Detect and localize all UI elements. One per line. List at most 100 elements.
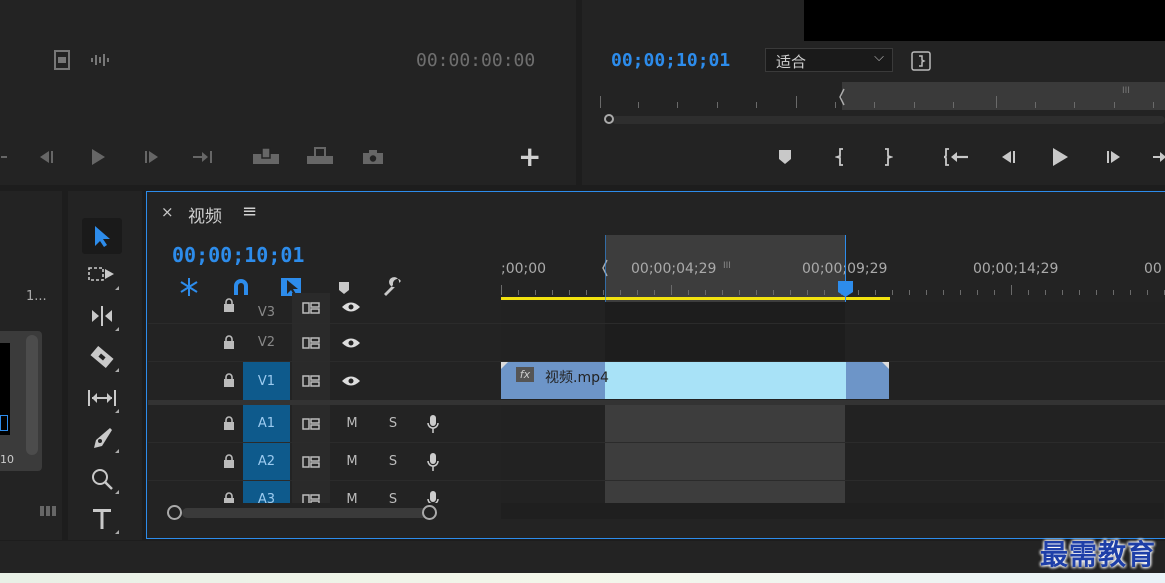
program-video-frame xyxy=(804,0,1165,41)
timeline-scrollbar[interactable] xyxy=(148,503,1164,523)
time-ruler[interactable]: ;00;00 00;00;04;29 00;00;09;29 00;00;14;… xyxy=(501,235,1165,302)
lock-icon[interactable] xyxy=(220,332,238,352)
step-back-icon[interactable] xyxy=(996,146,1020,168)
scroll-handle-left[interactable] xyxy=(167,505,182,520)
microphone-icon[interactable] xyxy=(414,405,452,442)
solo-button[interactable]: S xyxy=(374,481,412,503)
video-clip[interactable]: fx 视频.mp4 xyxy=(501,362,889,399)
ripple-edit-tool[interactable] xyxy=(82,298,122,334)
program-in-out-range xyxy=(842,82,1165,110)
camera-icon[interactable] xyxy=(360,146,386,168)
type-icon xyxy=(93,509,111,529)
chevron-down-icon: ⌵ xyxy=(874,50,884,65)
source-timecode[interactable]: 00:00:00:00 xyxy=(416,50,535,71)
magnifier-icon xyxy=(92,469,113,490)
mark-in-icon[interactable] xyxy=(830,146,850,168)
in-range-line xyxy=(605,235,606,302)
toggle-sync-lock-icon[interactable] xyxy=(292,481,330,503)
desktop-strip xyxy=(0,573,1165,583)
go-to-in-icon[interactable] xyxy=(942,146,972,168)
zoom-select[interactable]: 适合 ⌵ xyxy=(765,48,893,72)
slip-icon xyxy=(88,390,116,406)
safe-margins-icon[interactable] xyxy=(910,50,932,72)
scroll-handle-right[interactable] xyxy=(422,505,437,520)
ruler-mid-mark: III xyxy=(723,261,731,271)
mute-button[interactable]: M xyxy=(332,405,372,442)
clip-name: 视频.mp4 xyxy=(545,370,609,386)
toggle-sync-lock-icon[interactable] xyxy=(292,324,330,361)
track-name-a2[interactable]: A2 xyxy=(243,443,290,480)
zoom-select-value: 适合 xyxy=(776,53,807,71)
lock-icon[interactable] xyxy=(220,489,238,503)
go-to-out-icon[interactable] xyxy=(190,146,216,168)
microphone-icon[interactable] xyxy=(414,443,452,480)
track-select-tool[interactable] xyxy=(82,257,122,293)
mute-button[interactable]: M xyxy=(332,443,372,480)
track-name-a3[interactable]: A3 xyxy=(243,481,290,503)
source-monitor-panel: 00:00:00:00 + xyxy=(0,0,576,185)
toggle-sync-lock-icon[interactable] xyxy=(292,293,330,323)
step-forward-icon[interactable] xyxy=(1102,146,1126,168)
microphone-icon[interactable] xyxy=(414,481,452,503)
panel-menu-icon[interactable]: ≡ xyxy=(242,201,257,222)
play-icon[interactable] xyxy=(1048,145,1072,169)
add-marker-icon[interactable] xyxy=(774,146,796,168)
media-thumbnail[interactable]: 10 xyxy=(0,331,42,471)
insert-icon[interactable] xyxy=(250,144,282,168)
eye-icon[interactable] xyxy=(332,293,370,321)
eye-icon[interactable] xyxy=(332,362,370,400)
solo-button[interactable]: S xyxy=(374,443,412,480)
selection-tool[interactable] xyxy=(82,218,122,254)
toggle-sync-lock-icon[interactable] xyxy=(292,443,330,480)
zoom-tool[interactable] xyxy=(82,461,122,497)
pen-tool[interactable] xyxy=(82,420,122,456)
lock-icon[interactable] xyxy=(220,413,238,433)
program-timecode[interactable]: 00;00;10;01 xyxy=(611,50,730,71)
program-scrollbar[interactable] xyxy=(602,114,1165,126)
ripple-edit-icon xyxy=(92,306,112,326)
mark-out-icon[interactable] xyxy=(878,146,898,168)
track-name-v3[interactable]: V3 xyxy=(243,293,290,323)
close-icon[interactable]: × xyxy=(161,203,174,221)
track-name-v2[interactable]: V2 xyxy=(243,324,290,361)
lock-icon[interactable] xyxy=(220,451,238,471)
track-select-icon xyxy=(88,267,114,281)
type-tool[interactable] xyxy=(82,501,122,537)
play-icon[interactable] xyxy=(86,146,110,168)
list-view-icon[interactable] xyxy=(38,503,60,519)
track-name-v1[interactable]: V1 xyxy=(243,362,290,400)
lock-icon[interactable] xyxy=(220,370,238,390)
program-monitor-panel: 00;00;10;01 适合 ⌵ III xyxy=(582,0,1165,185)
mute-button[interactable]: M xyxy=(332,481,372,503)
track-name-a1[interactable]: A1 xyxy=(243,405,290,442)
step-minus-icon[interactable] xyxy=(0,148,8,166)
timeline-title[interactable]: 视频 xyxy=(188,202,222,227)
thumbnail-label: 10 xyxy=(0,453,14,466)
tools-panel xyxy=(68,191,142,540)
clip-selected-region xyxy=(605,362,846,399)
go-to-out-icon[interactable] xyxy=(1152,146,1165,168)
film-icon[interactable] xyxy=(52,49,72,71)
overwrite-icon[interactable] xyxy=(304,144,336,168)
solo-button[interactable]: S xyxy=(374,405,412,442)
step-forward-icon[interactable] xyxy=(140,146,164,168)
razor-tool[interactable] xyxy=(82,339,122,375)
step-back-icon[interactable] xyxy=(34,146,58,168)
audio-waveform-icon[interactable] xyxy=(88,50,114,70)
eye-icon[interactable] xyxy=(332,324,370,361)
add-button[interactable]: + xyxy=(518,140,541,174)
pen-icon xyxy=(94,428,112,448)
arrow-icon xyxy=(95,226,110,247)
scroll-handle[interactable] xyxy=(604,114,614,124)
ruler-label: 00;00;14;29 xyxy=(973,261,1059,277)
fx-badge[interactable]: fx xyxy=(516,367,534,382)
program-ruler[interactable]: III xyxy=(600,82,1165,110)
track-row-a3: A3 M S xyxy=(148,481,1165,503)
timeline-timecode[interactable]: 00;00;10;01 xyxy=(172,243,304,267)
slip-tool[interactable] xyxy=(82,380,122,416)
project-column-label: 1... xyxy=(26,289,47,304)
lock-icon[interactable] xyxy=(220,295,238,315)
razor-icon xyxy=(90,346,114,368)
toggle-sync-lock-icon[interactable] xyxy=(292,362,330,400)
toggle-sync-lock-icon[interactable] xyxy=(292,405,330,442)
